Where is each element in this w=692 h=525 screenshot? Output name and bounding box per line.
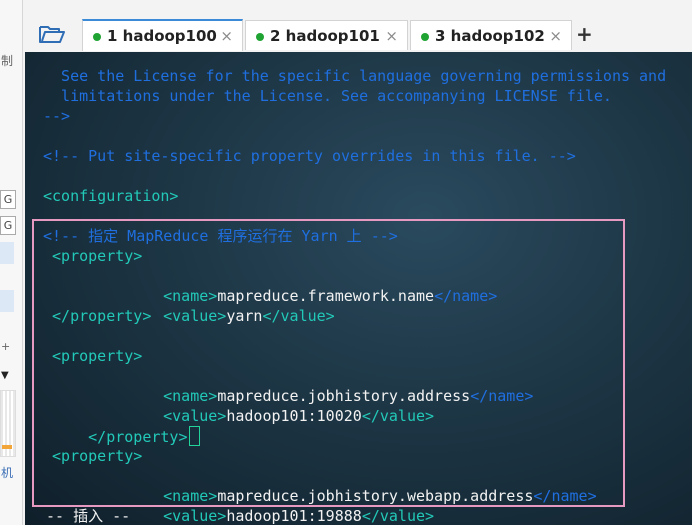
strip-char: 机: [1, 466, 14, 480]
value-line: <value>hadoop101:19888</value>: [127, 486, 434, 525]
connected-status-dot: [256, 32, 264, 41]
strip-dropdown-icon: ▼: [1, 370, 9, 381]
tab-label: 1 hadoop100: [107, 27, 217, 45]
tab-label: 3 hadoop102: [435, 26, 545, 45]
configuration-tag-line: <configuration>: [43, 187, 179, 205]
property-open-tag: <property>: [43, 247, 143, 265]
property-value: hadoop101:10020: [226, 407, 362, 425]
text-cursor: [188, 426, 200, 446]
property-open-tag: <property>: [43, 347, 143, 365]
property-close-tag: </property>: [43, 307, 152, 325]
close-icon[interactable]: ×: [220, 27, 233, 45]
strip-box: G: [0, 216, 16, 235]
comment-end-line: -->: [43, 107, 71, 125]
license-comment-line: limitations under the License. See accom…: [43, 87, 612, 105]
property-open-tag: <property>: [43, 447, 143, 465]
folder-icon[interactable]: [39, 24, 65, 44]
name-close-tag: </name>: [533, 487, 597, 505]
strip-char: 制: [1, 54, 14, 68]
session-tab-bar: 1 hadoop100 × 2 hadoop101 × 3 hadoop102 …: [23, 0, 692, 52]
close-icon[interactable]: ×: [385, 27, 398, 45]
value-line: <value>yarn</value>: [127, 286, 335, 346]
strip-plus: +: [1, 340, 11, 353]
strip-box: G: [0, 190, 16, 209]
name-close-tag: </name>: [470, 387, 534, 405]
license-comment-line: See the License for the specific languag…: [43, 67, 667, 85]
tab-hadoop100[interactable]: 1 hadoop100 ×: [82, 19, 243, 51]
close-icon[interactable]: ×: [549, 27, 562, 45]
value-open-tag: <value>: [163, 307, 227, 325]
value-close-tag: </value>: [361, 507, 435, 525]
name-close-tag: </name>: [434, 287, 498, 305]
value-close-tag: </value>: [262, 307, 335, 325]
connected-status-dot: [421, 32, 429, 41]
value-open-tag: <value>: [163, 507, 227, 525]
vim-mode-status: -- 插入 --: [37, 507, 131, 525]
property-close-tag: </property>: [79, 428, 188, 446]
property-value: hadoop101:19888: [226, 507, 362, 525]
strip-bar: [2, 445, 12, 449]
background-window-strip: 制 G G + ▼ 机: [0, 0, 23, 525]
tab-hadoop101[interactable]: 2 hadoop101 ×: [245, 20, 408, 50]
value-close-tag: </value>: [361, 407, 435, 425]
new-tab-button[interactable]: +: [576, 22, 593, 46]
tab-hadoop102[interactable]: 3 hadoop102 ×: [410, 20, 572, 50]
mapreduce-comment-line: <!-- 指定 MapReduce 程序运行在 Yarn 上 -->: [43, 227, 398, 245]
strip-row: [0, 290, 14, 312]
connected-status-dot: [93, 33, 101, 41]
strip-row: [0, 242, 14, 264]
terminal-editor[interactable]: See the License for the specific languag…: [25, 52, 692, 525]
site-specific-comment-line: <!-- Put site-specific property override…: [43, 147, 576, 165]
property-value: yarn: [226, 307, 263, 325]
tab-label: 2 hadoop101: [270, 26, 380, 45]
